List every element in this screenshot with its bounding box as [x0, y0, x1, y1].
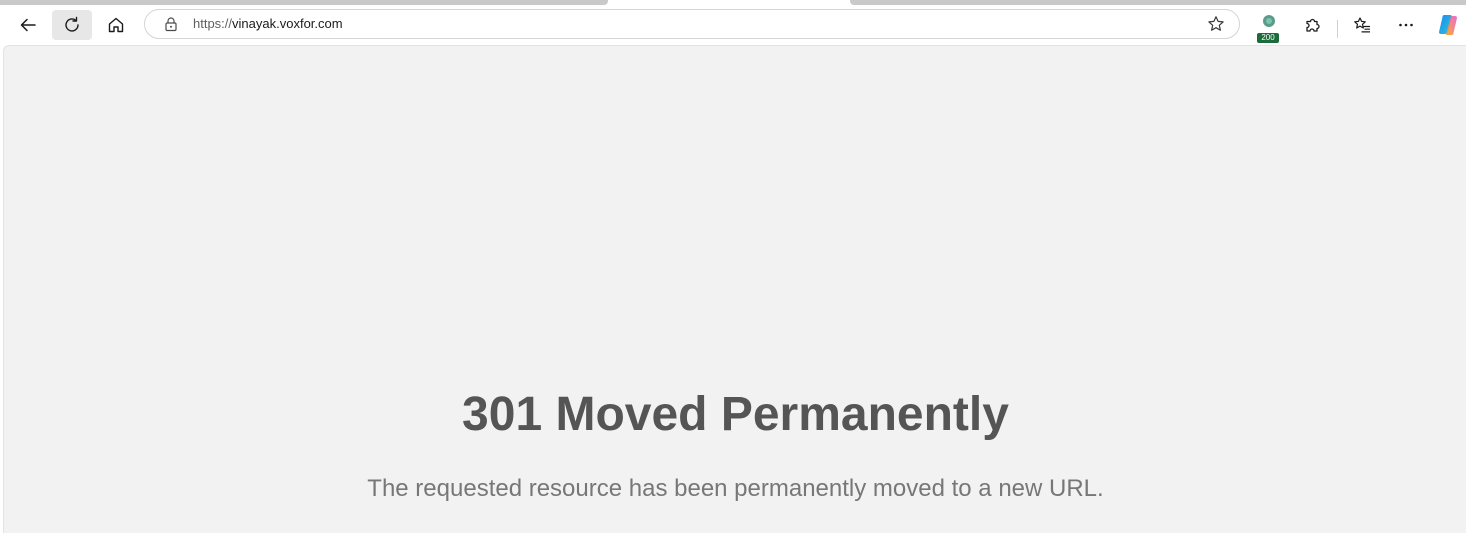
url-host: vinayak.voxfor.com: [232, 16, 343, 31]
extension-badge-count: 200: [1257, 33, 1279, 43]
page-viewport: 301 Moved Permanently The requested reso…: [3, 45, 1466, 533]
copilot-icon: [1439, 15, 1457, 35]
browser-toolbar: https://vinayak.voxfor.com 200: [0, 5, 1466, 45]
extensions-button[interactable]: [1293, 10, 1333, 40]
page-message: The requested resource has been permanen…: [367, 475, 1104, 502]
more-ellipsis-icon: [1399, 23, 1413, 27]
copilot-button[interactable]: [1428, 10, 1466, 40]
home-button[interactable]: [96, 10, 136, 40]
back-button[interactable]: [8, 10, 48, 40]
refresh-button[interactable]: [52, 10, 92, 40]
address-bar[interactable]: https://vinayak.voxfor.com: [144, 9, 1240, 39]
lock-icon[interactable]: [163, 16, 179, 32]
page-title: 301 Moved Permanently: [462, 388, 1009, 441]
status-extension-icon: [1263, 15, 1275, 27]
puzzle-icon: [1306, 18, 1320, 32]
favorites-list-icon: [1354, 17, 1371, 33]
favorites-button[interactable]: [1342, 10, 1382, 40]
more-button[interactable]: [1386, 10, 1426, 40]
home-icon: [108, 17, 124, 33]
back-arrow-icon: [20, 18, 36, 32]
url-text[interactable]: https://vinayak.voxfor.com: [193, 10, 343, 38]
refresh-icon: [65, 16, 79, 32]
url-scheme: https://: [193, 16, 233, 31]
star-icon[interactable]: [1207, 15, 1225, 33]
toolbar-separator: [1337, 20, 1338, 38]
